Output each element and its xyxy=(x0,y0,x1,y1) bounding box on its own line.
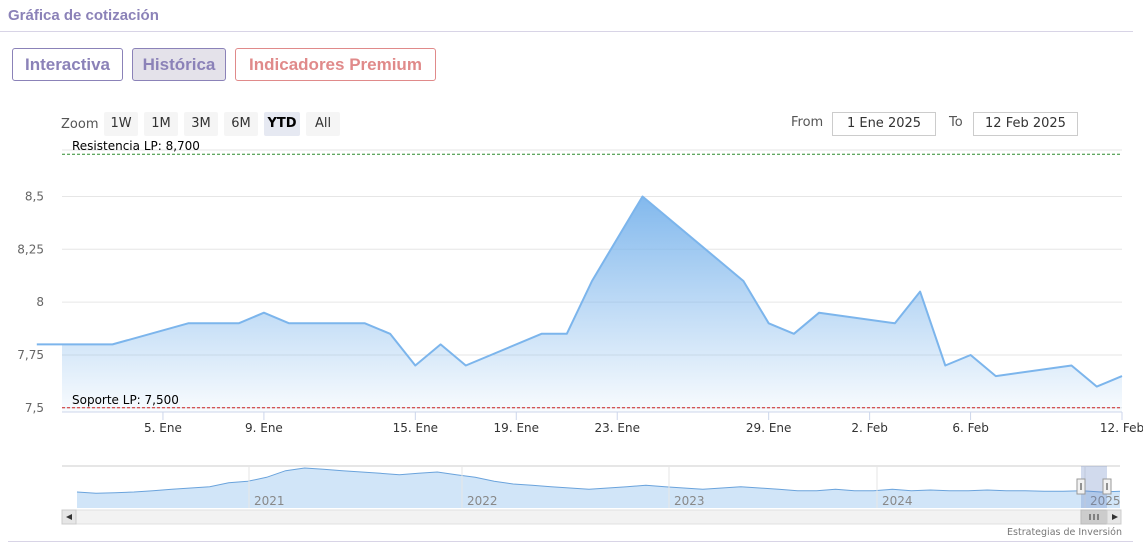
scrollbar-track[interactable] xyxy=(61,509,1121,525)
zoom-1m-button[interactable]: 1M xyxy=(144,112,178,136)
from-label: From xyxy=(791,115,824,130)
navigator-year-label: 2023 xyxy=(674,494,705,508)
x-tick-label: 6. Feb xyxy=(952,421,989,435)
chart-credits: Estrategias de Inversión xyxy=(1007,527,1122,538)
x-tick-label: 15. Ene xyxy=(393,421,438,435)
price-area xyxy=(36,196,1122,412)
x-tick-label: 2. Feb xyxy=(851,421,888,435)
from-date-input[interactable]: 1 Ene 2025 xyxy=(832,112,936,136)
x-tick-label: 9. Ene xyxy=(245,421,283,435)
x-tick-label: 12. Feb xyxy=(1100,421,1143,435)
navigator-year-label: 2021 xyxy=(254,494,285,508)
resistance-label: Resistencia LP: 8,700 xyxy=(72,140,200,153)
navigator-area xyxy=(77,468,1120,508)
tab-historica[interactable]: Histórica xyxy=(132,48,226,81)
to-date-input[interactable]: 12 Feb 2025 xyxy=(973,112,1078,136)
zoom-label: Zoom xyxy=(61,117,99,132)
to-label: To xyxy=(949,115,963,130)
x-tick-label: 19. Ene xyxy=(494,421,539,435)
navigator-year-label: 2024 xyxy=(882,494,913,508)
tab-interactiva[interactable]: Interactiva xyxy=(12,48,123,81)
chart-header: Gráfica de cotización xyxy=(0,0,1133,32)
x-tick-label: 5. Ene xyxy=(144,421,182,435)
zoom-6m-button[interactable]: 6M xyxy=(224,112,258,136)
support-label: Soporte LP: 7,500 xyxy=(72,393,179,407)
price-chart[interactable]: 8,5 8,25 8 7,75 7,5 Resistencia LP: 8,700 Sopo… xyxy=(0,140,1143,530)
y-tick-label: 7,5 xyxy=(25,401,44,415)
zoom-3m-button[interactable]: 3M xyxy=(184,112,218,136)
zoom-1w-button[interactable]: 1W xyxy=(104,112,138,136)
zoom-all-button[interactable]: All xyxy=(306,112,340,136)
tab-indicadores-premium[interactable]: Indicadores Premium xyxy=(235,48,436,81)
x-tick-label: 29. Ene xyxy=(746,421,791,435)
y-tick-label: 7,75 xyxy=(17,348,44,362)
zoom-ytd-button[interactable]: YTD xyxy=(264,112,300,136)
y-tick-label: 8,5 xyxy=(25,189,44,203)
x-tick-label: 23. Ene xyxy=(595,421,640,435)
navigator-year-label: 2022 xyxy=(467,494,498,508)
footer-divider xyxy=(8,541,1133,542)
y-tick-label: 8 xyxy=(36,295,44,309)
y-tick-label: 8,25 xyxy=(17,242,44,256)
page-title: Gráfica de cotización xyxy=(8,7,159,24)
